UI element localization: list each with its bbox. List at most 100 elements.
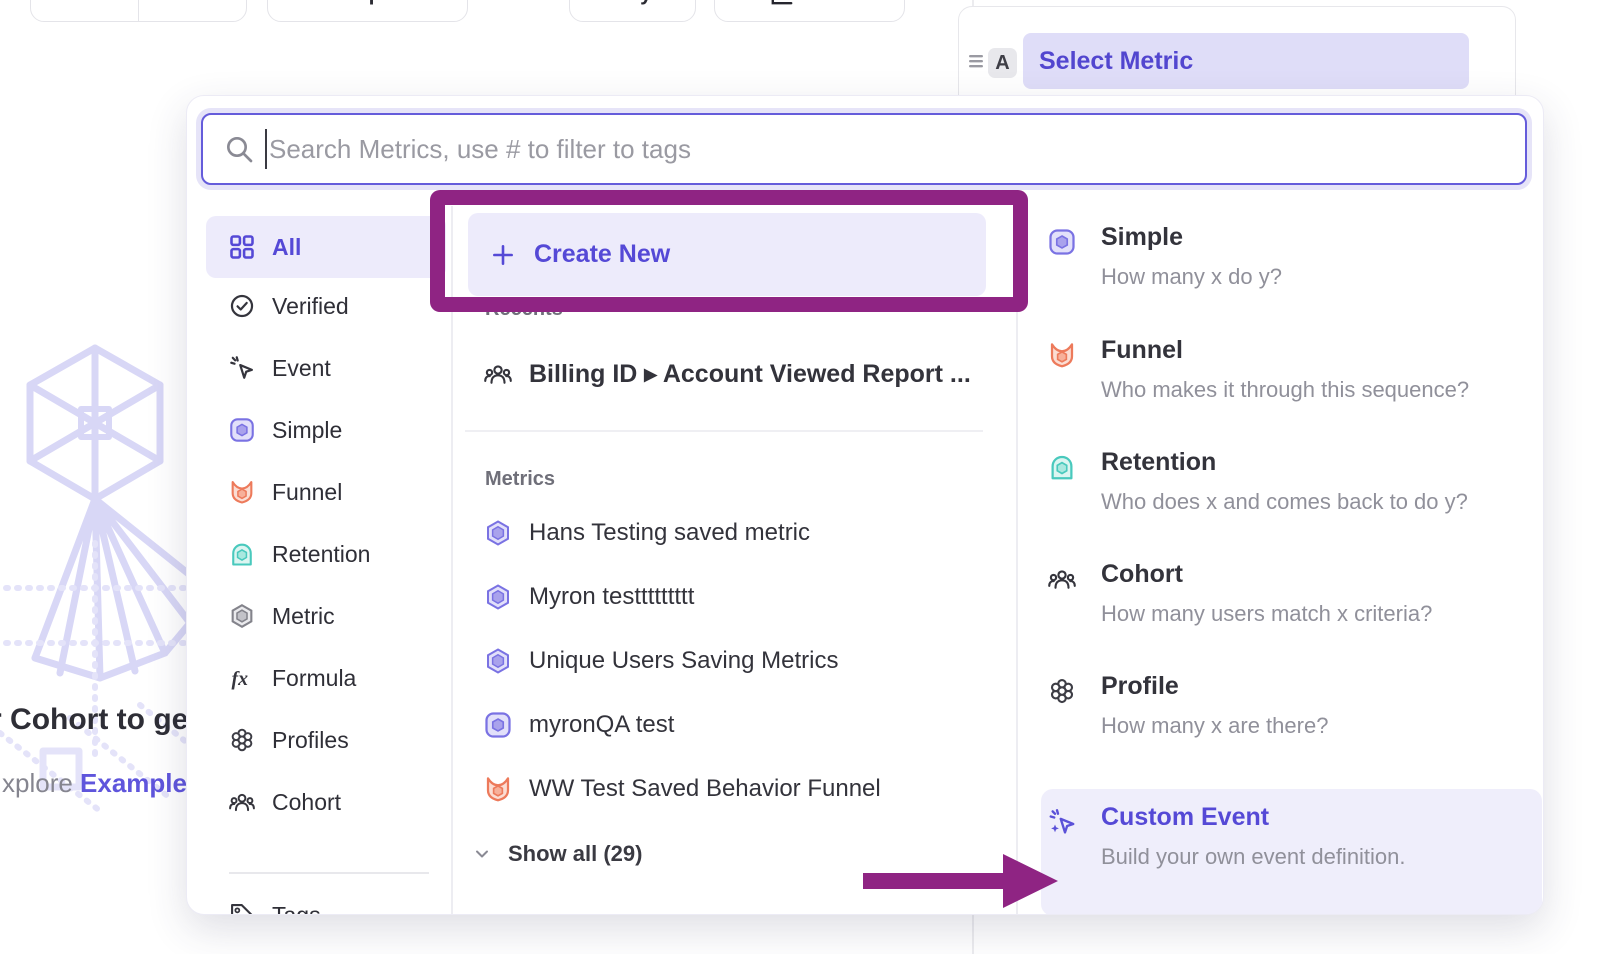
type-description: How many x do y? (1101, 264, 1282, 290)
interval-button[interactable]: Day (569, 0, 696, 22)
type-row-simple[interactable]: Simple How many x do y? (1041, 223, 1542, 290)
retention-icon (228, 540, 256, 568)
verified-badge-icon (228, 292, 256, 320)
sidebar-divider (451, 206, 453, 915)
line-chart-icon (769, 0, 795, 7)
type-description: How many users match x criteria? (1101, 601, 1432, 627)
range-ytd-button[interactable]: YTD (151, 0, 246, 21)
simple-metric-icon (228, 416, 256, 444)
interval-label: Day (613, 0, 652, 6)
type-description: How many x are there? (1101, 713, 1328, 739)
metric-list-item-label: Myron testtttttttt (529, 583, 694, 611)
sidebar-item-label: Event (272, 355, 331, 382)
select-metric-button[interactable]: Select Metric (1023, 33, 1469, 89)
recent-metric-label: Billing ID ▸ Account Viewed Report ... (529, 359, 971, 389)
sidebar-section-divider (229, 872, 429, 874)
metric-list-item[interactable]: myronQA test (483, 699, 983, 751)
chart-type-label: Line (807, 0, 850, 6)
sidebar-item-label: Verified (272, 293, 349, 320)
select-metric-label: Select Metric (1039, 47, 1193, 76)
sidebar-item-event[interactable]: Event (206, 337, 446, 399)
sidebar-item-simple[interactable]: Simple (206, 399, 446, 461)
custom-event-icon (1047, 807, 1077, 837)
show-all-label: Show all (29) (508, 841, 642, 867)
sidebar-item-funnel[interactable]: Funnel (206, 461, 446, 523)
type-row-retention[interactable]: Retention Who does x and comes back to d… (1041, 448, 1542, 515)
sidebar-item-profiles[interactable]: Profiles (206, 709, 446, 771)
metrics-section-label: Metrics (485, 468, 555, 491)
sidebar-item-verified[interactable]: Verified (206, 275, 446, 337)
grid-icon (228, 233, 256, 261)
cohort-people-icon (483, 359, 513, 389)
metric-list-item[interactable]: Myron testtttttttt (483, 571, 983, 623)
chevron-down-icon (472, 844, 492, 864)
type-title: Profile (1101, 672, 1328, 701)
metric-list-item-label: WW Test Saved Behavior Funnel (529, 775, 881, 803)
retention-icon (1047, 452, 1077, 482)
sidebar-item-cohort[interactable]: Cohort (206, 771, 446, 833)
sidebar-item-label: All (272, 234, 301, 261)
type-row-cohort[interactable]: Cohort How many users match x criteria? (1041, 560, 1542, 627)
metric-list-item-label: myronQA test (529, 711, 674, 739)
svg-text:fx: fx (232, 668, 249, 690)
type-title: Retention (1101, 448, 1468, 477)
show-all-button[interactable]: Show all (29) (472, 831, 642, 877)
event-cursor-icon (228, 354, 256, 382)
saved-metric-hexagon-icon (483, 518, 513, 548)
cohort-people-icon (228, 788, 256, 816)
annotation-highlight-box (430, 190, 1028, 312)
type-title: Cohort (1101, 560, 1432, 589)
profiles-flower-icon (228, 726, 256, 754)
type-description: Who does x and comes back to do y? (1101, 489, 1468, 515)
sidebar-item-label: Profiles (272, 727, 349, 754)
cohort-people-icon (1047, 564, 1077, 594)
sidebar-item-tags[interactable]: Tags (206, 884, 446, 915)
formula-fx-icon: fx (228, 664, 256, 692)
compare-label: Compare (322, 0, 413, 6)
empty-state-headline-fragment: r Cohort to ge (0, 703, 188, 737)
chevron-down-icon (216, 0, 232, 2)
example-link[interactable]: Example (80, 768, 187, 798)
explore-text-fragment: xplore (2, 768, 80, 798)
metric-list-item[interactable]: WW Test Saved Behavior Funnel (483, 763, 983, 815)
range-12m-button[interactable]: 12M (31, 0, 126, 21)
metric-list-item[interactable]: Unique Users Saving Metrics (483, 635, 983, 687)
saved-metric-hexagon-icon (483, 582, 513, 612)
metric-hexagon-icon (228, 602, 256, 630)
type-description: Build your own event definition. (1101, 844, 1406, 870)
sidebar-item-all[interactable]: All (206, 216, 446, 278)
sidebar-item-metric[interactable]: Metric (206, 585, 446, 647)
type-row-custom-event[interactable]: Custom Event Build your own event defini… (1041, 789, 1542, 915)
type-row-funnel[interactable]: Funnel Who makes it through this sequenc… (1041, 336, 1542, 403)
sidebar-item-label: Cohort (272, 789, 341, 816)
sidebar-item-formula[interactable]: fx Formula (206, 647, 446, 709)
type-row-profile[interactable]: Profile How many x are there? (1041, 672, 1542, 739)
annotation-arrow-head-icon (1003, 854, 1058, 908)
text-cursor (265, 129, 267, 169)
recent-metric-row[interactable]: Billing ID ▸ Account Viewed Report ... (483, 348, 983, 400)
funnel-icon (228, 478, 256, 506)
segment-divider (138, 0, 140, 21)
empty-state-illustration (0, 333, 200, 813)
funnel-icon (1047, 340, 1077, 370)
sidebar-item-retention[interactable]: Retention (206, 523, 446, 585)
simple-metric-icon (1047, 227, 1077, 257)
metric-list-item-label: Hans Testing saved metric (529, 519, 810, 547)
type-title: Custom Event (1101, 803, 1406, 832)
saved-metric-hexagon-icon (483, 646, 513, 676)
app-screen: 12M YTD Compare Day Line A Select Metric (0, 0, 1616, 954)
type-title: Funnel (1101, 336, 1469, 365)
search-input[interactable] (201, 113, 1527, 185)
sidebar-item-label: Formula (272, 665, 356, 692)
empty-state-subtext: xplore Example (2, 768, 187, 799)
sidebar-item-label: Funnel (272, 479, 342, 506)
sidebar-item-label: Retention (272, 541, 370, 568)
range-12m-label: 12M (58, 0, 99, 6)
range-ytd-label: YTD (166, 0, 208, 6)
annotation-arrow (863, 873, 1005, 889)
profiles-flower-icon (1047, 676, 1077, 706)
metric-list-item[interactable]: Hans Testing saved metric (483, 507, 983, 559)
chart-type-button[interactable]: Line (714, 0, 905, 22)
compare-button[interactable]: Compare (267, 0, 468, 22)
drag-handle-icon[interactable] (967, 52, 985, 70)
